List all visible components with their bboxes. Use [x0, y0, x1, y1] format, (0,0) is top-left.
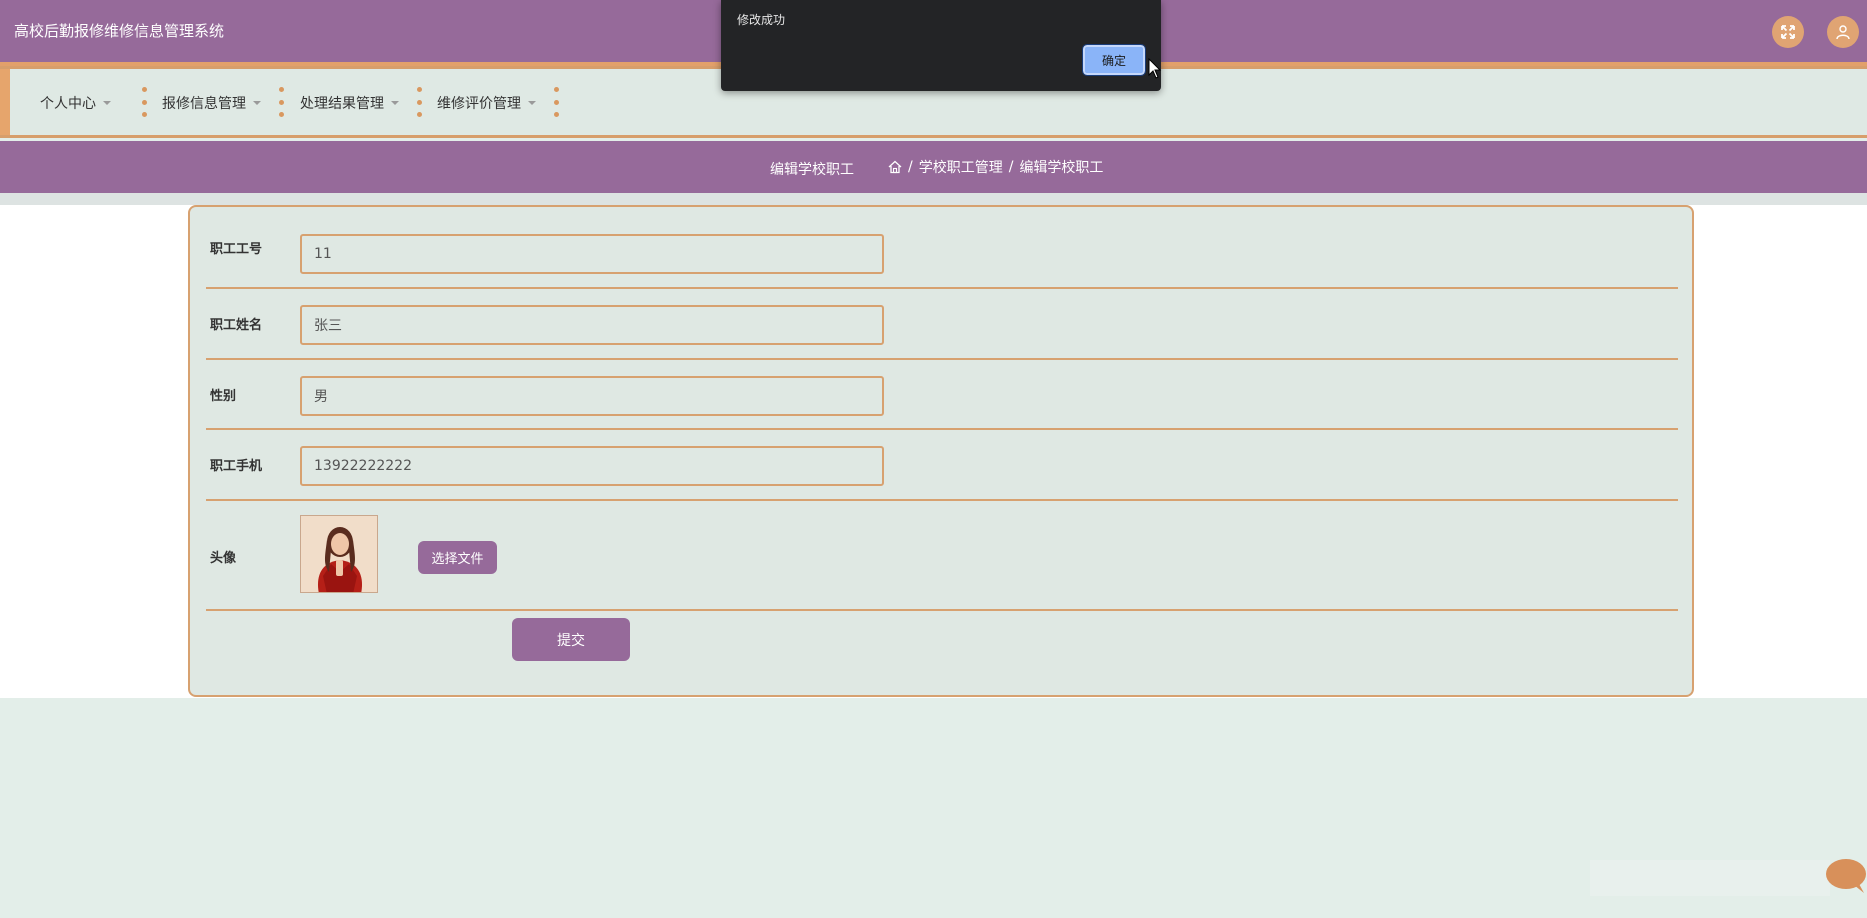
field-label: 头像 [210, 551, 237, 566]
expand-icon [1781, 25, 1795, 39]
nav-item-evaluation[interactable]: 维修评价管理 [437, 93, 536, 113]
nav-item-repair-info[interactable]: 报修信息管理 [162, 93, 261, 113]
phone-input[interactable] [300, 446, 884, 486]
nav-item-label: 个人中心 [40, 96, 96, 112]
alert-dialog: 修改成功 确定 [721, 0, 1161, 91]
decorative-strip [1590, 860, 1830, 896]
breadcrumb-separator: / [908, 159, 913, 175]
field-label: 职工工号 [210, 242, 263, 257]
breadcrumb-current: 编辑学校职工 [1019, 160, 1104, 176]
user-button[interactable] [1827, 16, 1859, 48]
submit-button[interactable]: 提交 [512, 618, 630, 661]
home-icon[interactable] [888, 160, 902, 174]
staff-id-input[interactable] [300, 234, 884, 274]
content-top-strip [0, 193, 1867, 205]
user-icon [1836, 25, 1850, 40]
form-row-avatar: 头像 选择文件 [206, 501, 1678, 611]
alert-ok-button[interactable]: 确定 [1082, 44, 1146, 76]
staff-name-input[interactable] [300, 305, 884, 345]
chevron-down-icon [528, 101, 536, 105]
page-title: 编辑学校职工 [770, 162, 854, 178]
field-label: 性别 [210, 389, 237, 404]
breadcrumb: / 学校职工管理 / 编辑学校职工 [888, 157, 1103, 177]
chevron-down-icon [103, 101, 111, 105]
form-row-staff-id: 职工工号 [206, 207, 1678, 289]
form-row-staff-name: 职工姓名 [206, 289, 1678, 360]
fullscreen-button[interactable] [1772, 16, 1804, 48]
nav-separator [554, 87, 559, 117]
nav-item-label: 处理结果管理 [300, 96, 384, 112]
nav-separator [279, 87, 284, 117]
choose-file-button[interactable]: 选择文件 [418, 541, 497, 574]
nav-item-personal-center[interactable]: 个人中心 [40, 93, 111, 113]
chat-bubble-icon[interactable] [1824, 855, 1867, 895]
gender-input[interactable] [300, 376, 884, 416]
nav-left-accent [0, 69, 10, 135]
nav-separator [142, 87, 147, 117]
nav-item-label: 报修信息管理 [162, 96, 246, 112]
breadcrumb-bar: 编辑学校职工 / 学校职工管理 / 编辑学校职工 [0, 141, 1867, 193]
edit-staff-form: 职工工号 职工姓名 性别 职工手机 头像 选择文件 提交 [188, 205, 1694, 697]
field-label: 职工手机 [210, 459, 263, 474]
mouse-cursor-icon [1148, 58, 1162, 79]
form-row-phone: 职工手机 [206, 430, 1678, 501]
avatar [300, 515, 378, 593]
chevron-down-icon [253, 101, 261, 105]
breadcrumb-separator: / [1008, 159, 1014, 175]
nav-item-result[interactable]: 处理结果管理 [300, 93, 399, 113]
breadcrumb-parent[interactable]: 学校职工管理 [919, 157, 1003, 177]
chevron-down-icon [391, 101, 399, 105]
nav-item-label: 维修评价管理 [437, 96, 521, 112]
nav-separator [417, 87, 422, 117]
alert-message: 修改成功 [737, 13, 786, 27]
app-title: 高校后勤报修维修信息管理系统 [14, 22, 225, 40]
form-row-gender: 性别 [206, 360, 1678, 430]
field-label: 职工姓名 [210, 318, 263, 333]
